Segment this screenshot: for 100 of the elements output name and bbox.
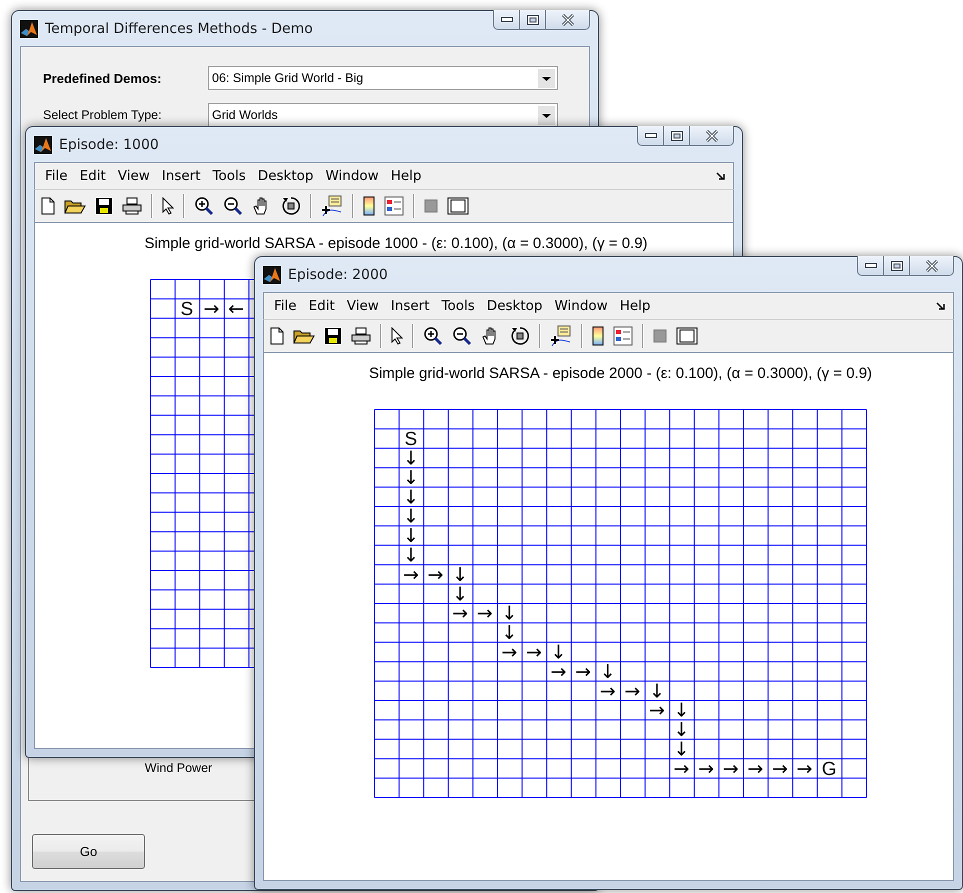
arrow-glyph: ↓ [674, 738, 690, 760]
open-folder-icon[interactable] [64, 198, 86, 214]
legend-icon[interactable] [613, 326, 633, 346]
minimize-icon [500, 17, 512, 22]
zoom-out-icon[interactable] [452, 326, 472, 346]
field-label: Select Problem Type: [42, 108, 163, 122]
maximize-button[interactable] [663, 126, 690, 146]
zoom-in-icon[interactable] [423, 326, 443, 346]
dock-icon[interactable] [716, 172, 725, 180]
rotate-icon[interactable] [510, 326, 530, 346]
plot-tools-icon[interactable] [447, 197, 469, 215]
arrow-glyph: ↓ [402, 506, 419, 528]
arrow-glyph: → [476, 602, 493, 625]
zoom-out-icon[interactable] [223, 196, 243, 216]
arrow-glyph: ↓ [452, 583, 468, 606]
field-label: Predefined Demos: [42, 70, 162, 86]
zoom-in-icon[interactable] [194, 196, 214, 216]
minimize-button[interactable] [857, 256, 884, 276]
menu-item[interactable]: Insert [156, 168, 207, 184]
save-icon[interactable] [95, 197, 113, 215]
pointer-icon[interactable] [391, 327, 403, 345]
close-icon [924, 260, 938, 272]
arrow-glyph: → [575, 660, 592, 683]
menu-item[interactable]: View [112, 168, 156, 184]
plot-title: Simple grid-world SARSA - episode 2000 - (ε: 0.100), (α = 0.3000), (γ = 0.9) [368, 365, 872, 382]
window-title: Episode: 1000 [59, 136, 159, 152]
maximize-button[interactable] [883, 256, 910, 276]
minimize-button[interactable] [637, 126, 664, 146]
save-icon[interactable] [324, 327, 342, 345]
plot-tools-icon[interactable] [676, 327, 698, 345]
menu-item[interactable]: Desktop [480, 298, 548, 314]
arrow-glyph: → [698, 758, 714, 780]
arrow-glyph: → [600, 680, 616, 702]
menu-item[interactable]: Tools [436, 298, 481, 314]
maximize-button[interactable] [519, 10, 546, 30]
arrow-glyph: ← [228, 298, 244, 320]
menu-item[interactable]: Tools [206, 168, 252, 184]
colorbar-icon[interactable] [592, 326, 604, 346]
go-button[interactable]: Go [32, 834, 145, 869]
peak-logo-icon [20, 20, 38, 38]
menu-item[interactable]: Window [548, 298, 614, 314]
new-file-icon[interactable] [270, 327, 284, 345]
dropdown[interactable]: Grid Worlds [208, 103, 558, 127]
square-icon[interactable] [653, 329, 667, 343]
arrow-glyph: ↓ [600, 660, 616, 683]
legend-icon[interactable] [384, 196, 404, 216]
grid-letter: G [822, 758, 836, 780]
open-folder-icon[interactable] [293, 328, 315, 344]
data-cursor-icon[interactable] [550, 325, 572, 347]
arrow-glyph: → [648, 700, 665, 722]
arrow-glyph: → [550, 660, 566, 683]
arrow-glyph: ↓ [402, 544, 419, 566]
menu-item[interactable]: Help [384, 168, 428, 184]
caret-icon [538, 68, 555, 88]
close-button[interactable] [909, 256, 954, 276]
arrow-glyph: → [428, 564, 444, 586]
close-button[interactable] [545, 10, 590, 30]
arrow-glyph: ↓ [402, 525, 419, 548]
rotate-icon[interactable] [281, 196, 301, 216]
minimize-button[interactable] [493, 10, 520, 30]
square-icon[interactable] [424, 199, 438, 213]
menu-item[interactable]: Window [319, 168, 385, 184]
window-title: Temporal Differences Methods - Demo [45, 20, 313, 36]
arrow-glyph: → [747, 758, 764, 780]
colorbar-icon[interactable] [363, 196, 375, 216]
dropdown[interactable]: 06: Simple Grid World - Big [208, 66, 558, 90]
close-button[interactable] [689, 126, 734, 146]
menu-item[interactable]: Edit [74, 168, 112, 184]
menu-item[interactable]: Desktop [252, 168, 320, 184]
maximize-icon [526, 14, 538, 24]
grid-letter: S [180, 299, 193, 320]
menu-item[interactable]: View [340, 298, 385, 314]
peak-logo-icon [34, 136, 52, 154]
plot-title: Simple grid-world SARSA - episode 1000 - (ε: 0.100), (α = 0.3000), (γ = 0.9) [144, 235, 648, 252]
pointer-icon[interactable] [162, 197, 174, 215]
arrow-glyph: ↓ [501, 622, 518, 644]
data-cursor-icon[interactable] [321, 195, 343, 217]
new-file-icon[interactable] [41, 197, 55, 215]
arrow-glyph: → [402, 564, 419, 586]
arrow-glyph: ↓ [674, 719, 690, 742]
peak-logo-icon [263, 266, 281, 284]
menu-item[interactable]: Edit [302, 298, 341, 314]
arrow-glyph: → [772, 758, 788, 780]
menu-item[interactable]: File [39, 168, 74, 184]
arrow-glyph: → [203, 298, 219, 320]
arrow-glyph: ↓ [402, 448, 419, 470]
menu-item[interactable]: File [268, 298, 303, 314]
arrow-glyph: → [452, 602, 468, 625]
menu-item[interactable]: Insert [384, 298, 436, 314]
dock-icon[interactable] [936, 302, 945, 310]
arrow-glyph: ↓ [674, 700, 690, 722]
arrow-glyph: → [624, 680, 640, 702]
print-icon[interactable] [122, 197, 142, 215]
menu-item[interactable]: Help [614, 298, 656, 314]
maximize-icon [890, 260, 902, 270]
caret-icon [538, 106, 555, 124]
arrow-glyph: ↓ [501, 602, 518, 625]
print-icon[interactable] [351, 327, 371, 345]
slider-label: Wind Power [144, 760, 212, 777]
grid-letter: S [404, 429, 418, 450]
